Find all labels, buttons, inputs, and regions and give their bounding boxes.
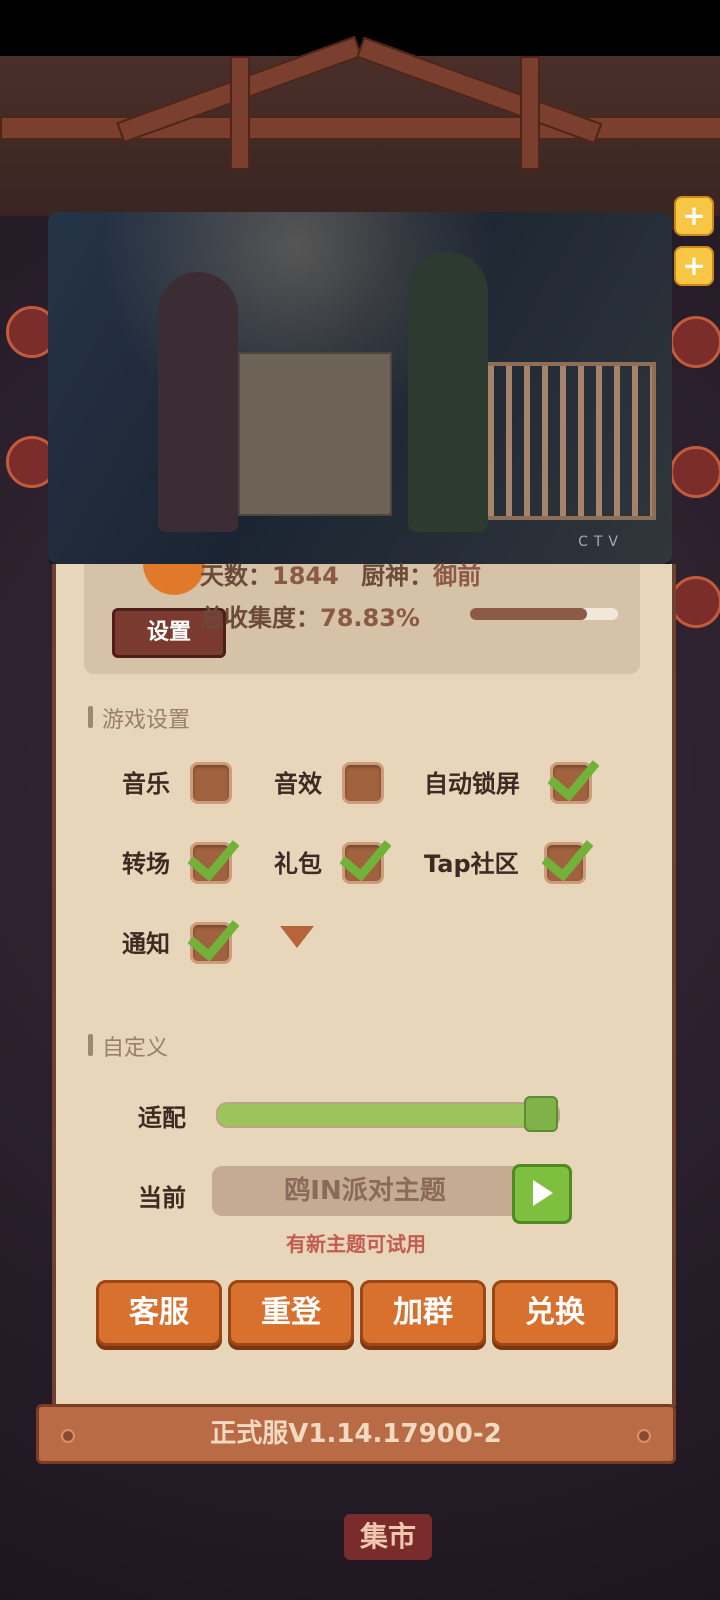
video-dresser — [238, 352, 392, 516]
new-theme-hint: 有新主题可试用 — [286, 1232, 426, 1256]
option-notify-checkbox[interactable] — [187, 907, 240, 964]
background-roof — [0, 35, 720, 216]
footer-rivet-left — [61, 1429, 75, 1443]
settings-panel: 设置 天数：1844 厨神：御前 总收集度：78.83% 游戏设置 音乐 音效 … — [52, 562, 676, 1406]
option-transition-label: 转场 — [122, 850, 170, 878]
collection-progress-fill — [470, 608, 587, 620]
collection-line: 总收集度：78.83% — [200, 598, 420, 633]
chef-label: 厨神： — [361, 562, 434, 590]
days-value: 1844 — [272, 562, 339, 590]
video-person-right — [408, 252, 488, 532]
collection-label: 总收集度： — [200, 604, 320, 632]
collection-progress — [470, 608, 618, 620]
option-transition-checkbox[interactable] — [187, 827, 240, 884]
customer-service-button[interactable]: 客服 — [96, 1280, 222, 1346]
checkmark-icon — [187, 827, 240, 882]
option-notify-label: 通知 — [122, 930, 170, 958]
option-sfx-label: 音效 — [274, 770, 322, 798]
adapt-label: 适配 — [138, 1104, 186, 1132]
adapt-slider-thumb[interactable] — [524, 1096, 558, 1132]
current-theme: 鸥IN派对主题 — [212, 1166, 518, 1216]
checkmark-icon — [547, 747, 600, 802]
option-music-label: 音乐 — [122, 770, 170, 798]
video-person-left — [158, 272, 238, 532]
custom-title: 自定义 — [88, 1030, 168, 1062]
version-bar: 正式服V1.14.17900-2 — [36, 1404, 676, 1464]
checkmark-icon — [187, 907, 240, 962]
option-giftpack-label: 礼包 — [274, 850, 322, 878]
market-sign: 集市 — [344, 1514, 432, 1560]
current-label: 当前 — [138, 1184, 186, 1212]
video-overlay[interactable]: CTV — [48, 212, 672, 566]
expand-arrow-icon[interactable] — [280, 926, 314, 948]
version-text: 正式服V1.14.17900-2 — [210, 1419, 502, 1449]
join-group-button[interactable]: 加群 — [360, 1280, 486, 1346]
option-autolock-checkbox[interactable] — [547, 747, 600, 804]
option-tap-label: Tap社区 — [424, 850, 519, 878]
checkmark-icon — [541, 827, 594, 882]
option-giftpack-checkbox[interactable] — [339, 827, 392, 884]
days-line: 天数：1844 厨神：御前 — [200, 556, 481, 591]
option-tap-checkbox[interactable] — [541, 827, 594, 884]
game-settings-title: 游戏设置 — [88, 702, 190, 734]
video-watermark: CTV — [578, 534, 624, 550]
checkmark-icon — [339, 827, 392, 882]
option-autolock-label: 自动锁屏 — [424, 770, 520, 798]
option-music-checkbox[interactable] — [190, 762, 232, 804]
player-info-box: 设置 天数：1844 厨神：御前 总收集度：78.83% — [84, 562, 640, 674]
collection-value: 78.83% — [320, 604, 420, 632]
theme-play-button[interactable] — [512, 1164, 572, 1224]
days-label: 天数： — [200, 562, 272, 590]
add-coins-button[interactable]: + — [674, 196, 714, 236]
add-gems-button[interactable]: + — [674, 246, 714, 286]
option-sfx-checkbox[interactable] — [342, 762, 384, 804]
relogin-button[interactable]: 重登 — [228, 1280, 354, 1346]
chef-value: 御前 — [433, 562, 482, 590]
footer-rivet-right — [637, 1429, 651, 1443]
play-icon — [533, 1180, 553, 1206]
adapt-slider[interactable] — [216, 1102, 560, 1128]
redeem-button[interactable]: 兑换 — [492, 1280, 618, 1346]
